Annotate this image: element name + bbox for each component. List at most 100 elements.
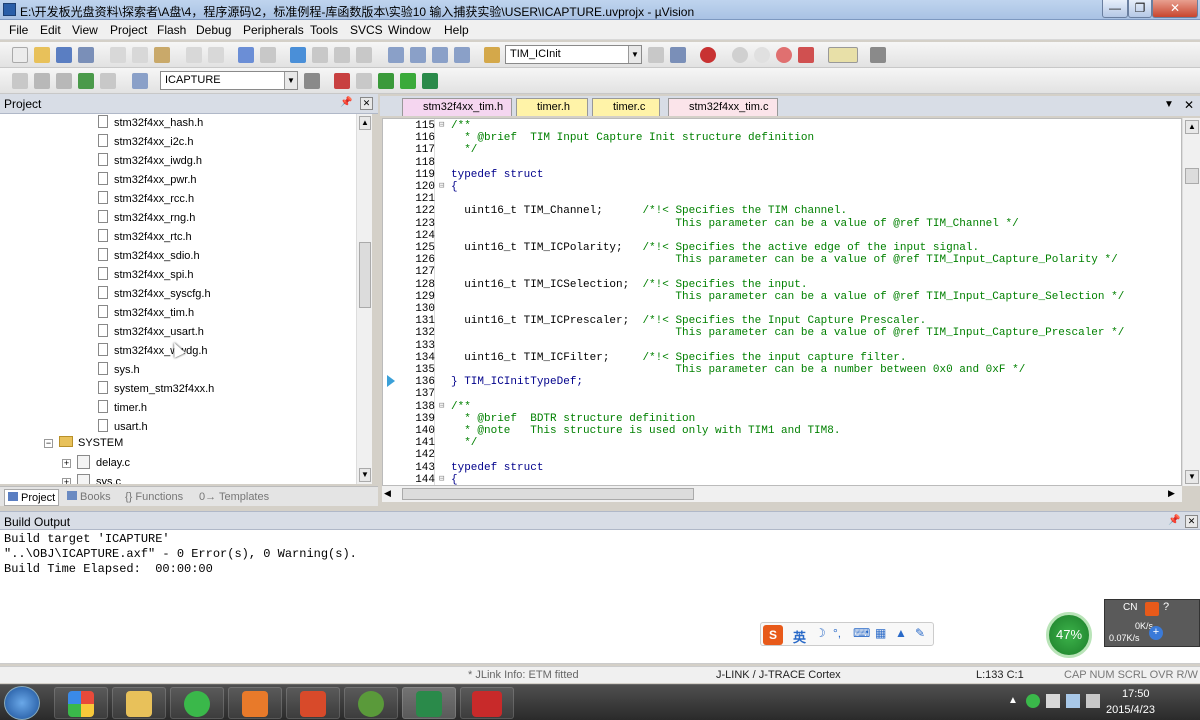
- code-line[interactable]: uint16_t TIM_ICSelection; /*!< Specifies…: [451, 279, 807, 291]
- pack-installer-icon[interactable]: [378, 73, 394, 89]
- tree-file[interactable]: stm32f4xx_spi.h: [98, 267, 193, 286]
- network-icon[interactable]: [1066, 694, 1080, 708]
- tree-file[interactable]: stm32f4xx_rtc.h: [98, 229, 192, 248]
- taskbar-app[interactable]: [112, 687, 166, 719]
- code-line[interactable]: This parameter can be a value of @ref TI…: [451, 218, 1018, 230]
- fold-toggle-icon[interactable]: ⊟: [439, 474, 444, 484]
- code-line[interactable]: * @brief BDTR structure definition: [451, 413, 695, 425]
- tree-folder-system[interactable]: − SYSTEM: [44, 436, 123, 455]
- taskbar-app[interactable]: [460, 687, 514, 719]
- skin-icon[interactable]: ▦: [875, 626, 886, 640]
- build-output-panel[interactable]: Build target 'ICAPTURE' "..\OBJ\ICAPTURE…: [0, 530, 1200, 664]
- tree-file[interactable]: system_stm32f4xx.h: [98, 381, 214, 400]
- sogou-tray-icon[interactable]: [1145, 602, 1159, 616]
- ime-mode-icon[interactable]: 英: [793, 627, 806, 646]
- disable-breakpoint-icon[interactable]: [754, 47, 770, 63]
- scroll-up-icon[interactable]: ▲: [359, 116, 371, 130]
- volume-icon[interactable]: [1086, 694, 1100, 708]
- expand-icon[interactable]: +: [62, 459, 71, 468]
- scroll-thumb[interactable]: [359, 242, 371, 308]
- pin-icon[interactable]: 📌: [1168, 515, 1180, 526]
- tree-file[interactable]: stm32f4xx_tim.h: [98, 305, 194, 324]
- code-line[interactable]: /**: [451, 401, 471, 413]
- code-line[interactable]: * @brief TIM Input Capture Init structur…: [451, 132, 814, 144]
- keyboard-icon[interactable]: ⌨: [853, 626, 870, 640]
- menu-window[interactable]: Window: [388, 23, 431, 37]
- tree-file[interactable]: stm32f4xx_syscfg.h: [98, 286, 211, 305]
- code-line[interactable]: {: [451, 474, 458, 485]
- code-line[interactable]: typedef struct: [451, 169, 543, 181]
- menu-flash[interactable]: Flash: [157, 23, 186, 37]
- tab-templates[interactable]: 0→ Templates: [196, 489, 272, 506]
- taskbar-app-uvision[interactable]: [402, 687, 456, 719]
- memory-gauge[interactable]: 47%: [1046, 612, 1092, 658]
- menu-view[interactable]: View: [72, 23, 98, 37]
- chevron-down-icon[interactable]: ▼: [284, 72, 297, 89]
- save-all-icon[interactable]: [78, 47, 94, 63]
- code-line[interactable]: This parameter can be a number between 0…: [451, 364, 1025, 376]
- open-file-icon[interactable]: [34, 47, 50, 63]
- tab-stm32f4xx-tim-h[interactable]: stm32f4xx_tim.h: [402, 98, 512, 116]
- redo-icon[interactable]: [208, 47, 224, 63]
- tree-file[interactable]: + delay.c: [62, 455, 130, 474]
- scroll-up-icon[interactable]: ▲: [1185, 120, 1199, 134]
- tree-file[interactable]: stm32f4xx_wwdg.h: [98, 343, 208, 362]
- code-editor[interactable]: 115 116 117 118 119 120 121 122 123 124 125 126 127 1…: [382, 118, 1182, 486]
- rebuild-icon[interactable]: [56, 73, 72, 89]
- copy-icon[interactable]: [132, 47, 148, 63]
- scroll-thumb[interactable]: [402, 488, 694, 500]
- find-combo[interactable]: TIM_ICInit ▼: [505, 45, 642, 64]
- fold-toggle-icon[interactable]: ⊟: [439, 181, 444, 191]
- unindent-icon[interactable]: [410, 47, 426, 63]
- undo-icon[interactable]: [186, 47, 202, 63]
- code-line[interactable]: uint16_t TIM_Channel; /*!< Specifies the…: [451, 205, 847, 217]
- tray-app-icon[interactable]: [1026, 694, 1040, 708]
- moon-icon[interactable]: ☽: [815, 626, 826, 640]
- navigate-back-icon[interactable]: [238, 47, 254, 63]
- tree-file[interactable]: stm32f4xx_i2c.h: [98, 134, 193, 153]
- next-bookmark-icon[interactable]: [334, 47, 350, 63]
- code-line[interactable]: This parameter can be a value of @ref TI…: [451, 327, 1124, 339]
- taskbar-app[interactable]: [228, 687, 282, 719]
- breakpoint-icon[interactable]: [732, 47, 748, 63]
- menu-peripherals[interactable]: Peripherals: [243, 23, 304, 37]
- taskbar-app[interactable]: [170, 687, 224, 719]
- disable-all-breakpoints-icon[interactable]: [798, 47, 814, 63]
- target-options-icon[interactable]: [304, 73, 320, 89]
- scroll-down-icon[interactable]: ▼: [359, 468, 371, 482]
- cut-icon[interactable]: [110, 47, 126, 63]
- find-in-files-icon[interactable]: [484, 47, 500, 63]
- manage-components-icon[interactable]: [334, 73, 350, 89]
- close-button[interactable]: ✕: [1152, 0, 1198, 18]
- code-line[interactable]: typedef struct: [451, 462, 543, 474]
- code-line[interactable]: uint16_t TIM_ICFilter; /*!< Specifies th…: [451, 352, 906, 364]
- tree-file[interactable]: stm32f4xx_rcc.h: [98, 191, 194, 210]
- code-line[interactable]: * @note This structure is used only with…: [451, 425, 840, 437]
- debug-session-icon[interactable]: [700, 47, 716, 63]
- translate-icon[interactable]: [12, 73, 28, 89]
- panel-close-icon[interactable]: ✕: [1185, 515, 1198, 528]
- tab-timer-c[interactable]: timer.c: [592, 98, 660, 116]
- project-scrollbar[interactable]: ▲ ▼: [356, 114, 372, 484]
- close-editor-icon[interactable]: ✕: [1184, 98, 1194, 112]
- taskbar-app[interactable]: [344, 687, 398, 719]
- bookmark-icon[interactable]: [290, 47, 306, 63]
- code-line[interactable]: } TIM_ICInitTypeDef;: [451, 376, 583, 388]
- start-button[interactable]: [4, 686, 40, 720]
- tshirt-icon[interactable]: ▲: [895, 626, 907, 640]
- panel-close-icon[interactable]: ✕: [360, 97, 373, 110]
- tree-file[interactable]: stm32f4xx_usart.h: [98, 324, 204, 343]
- select-packs-icon[interactable]: [400, 73, 416, 89]
- scroll-left-icon[interactable]: ◀: [384, 488, 391, 499]
- code-line[interactable]: This parameter can be a value of @ref TI…: [451, 291, 1124, 303]
- batch-build-icon[interactable]: [78, 73, 94, 89]
- menu-file[interactable]: File: [9, 23, 28, 37]
- fold-toggle-icon[interactable]: ⊟: [439, 401, 444, 411]
- configure-icon[interactable]: [870, 47, 886, 63]
- navigate-forward-icon[interactable]: [260, 47, 276, 63]
- scroll-thumb[interactable]: [1185, 168, 1199, 184]
- tray-expand-icon[interactable]: ▲: [1008, 695, 1018, 706]
- tab-stm32f4xx-tim-c[interactable]: stm32f4xx_tim.c: [668, 98, 778, 116]
- menu-debug[interactable]: Debug: [196, 23, 231, 37]
- help-icon[interactable]: ?: [1163, 601, 1169, 613]
